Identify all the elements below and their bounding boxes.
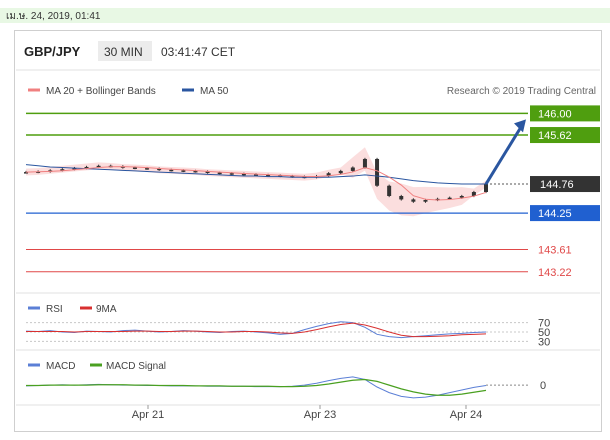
- ma20-legend: MA 20 + Bollinger Bands: [46, 86, 156, 97]
- candle-body: [362, 158, 367, 168]
- candle-body: [350, 167, 355, 171]
- candle-body: [387, 185, 392, 196]
- candle-body: [375, 158, 380, 186]
- rsi-level-label-30: 30: [538, 336, 550, 348]
- chart-svg: GBP/JPY 30 MIN 03:41:47 CET MA 20 + Boll…: [16, 41, 600, 421]
- bollinger-band: [26, 147, 486, 217]
- macd-signal-legend-label: MACD Signal: [106, 361, 166, 372]
- price-plot: 146.00 145.62 144.76 144.25 143.61 143.22: [24, 105, 600, 279]
- rsi-ma-line: [26, 322, 487, 338]
- candle-body: [338, 170, 343, 174]
- credit-text: Research © 2019 Trading Central: [447, 86, 596, 97]
- price-legend: MA 20 + Bollinger Bands MA 50 Research ©…: [28, 86, 596, 97]
- candle-body: [399, 196, 404, 200]
- resistance-label-1: 145.62: [538, 130, 572, 142]
- time-label: 03:41:47 CET: [161, 45, 236, 59]
- x-axis: Apr 21 Apr 23 Apr 24: [132, 405, 482, 421]
- interval-label[interactable]: 30 MIN: [104, 45, 143, 59]
- candle-body: [423, 199, 428, 202]
- support-label-4: 143.61: [538, 245, 572, 257]
- macd-plot: 0: [25, 376, 546, 399]
- candle-body: [169, 169, 174, 172]
- macd-line: [25, 376, 487, 399]
- projection-arrow: [484, 124, 524, 185]
- candle-body: [181, 170, 186, 172]
- candle-body: [484, 184, 488, 193]
- macd-legend: MACD MACD Signal: [28, 361, 166, 372]
- rsi-legend: RSI 9MA: [28, 304, 117, 315]
- macd-legend-label: MACD: [46, 361, 75, 372]
- candle-body: [229, 173, 234, 175]
- rsi-ma-legend-label: 9MA: [96, 304, 117, 315]
- x-tick-label-1: Apr 23: [304, 409, 336, 421]
- macd-signal-line: [26, 378, 487, 396]
- x-tick-label-2: Apr 24: [450, 409, 482, 421]
- resistance-label-0: 146.00: [538, 108, 572, 120]
- candle-body: [411, 199, 416, 202]
- support-label-5: 143.22: [538, 267, 572, 279]
- chart-header: GBP/JPY 30 MIN 03:41:47 CET: [16, 41, 600, 71]
- symbol-label: GBP/JPY: [24, 44, 81, 59]
- ma50-legend: MA 50: [200, 86, 229, 97]
- rsi-plot: 705030: [25, 318, 550, 348]
- support-label-3: 144.25: [538, 208, 572, 220]
- candle-body: [217, 172, 222, 175]
- macd-zero-label: 0: [540, 380, 546, 392]
- current-price-label: 144.76: [540, 179, 574, 191]
- candle-body: [145, 168, 150, 170]
- rsi-legend-label: RSI: [46, 304, 63, 315]
- candle-body: [132, 167, 137, 170]
- x-tick-label-0: Apr 21: [132, 409, 164, 421]
- rsi-line: [25, 321, 487, 339]
